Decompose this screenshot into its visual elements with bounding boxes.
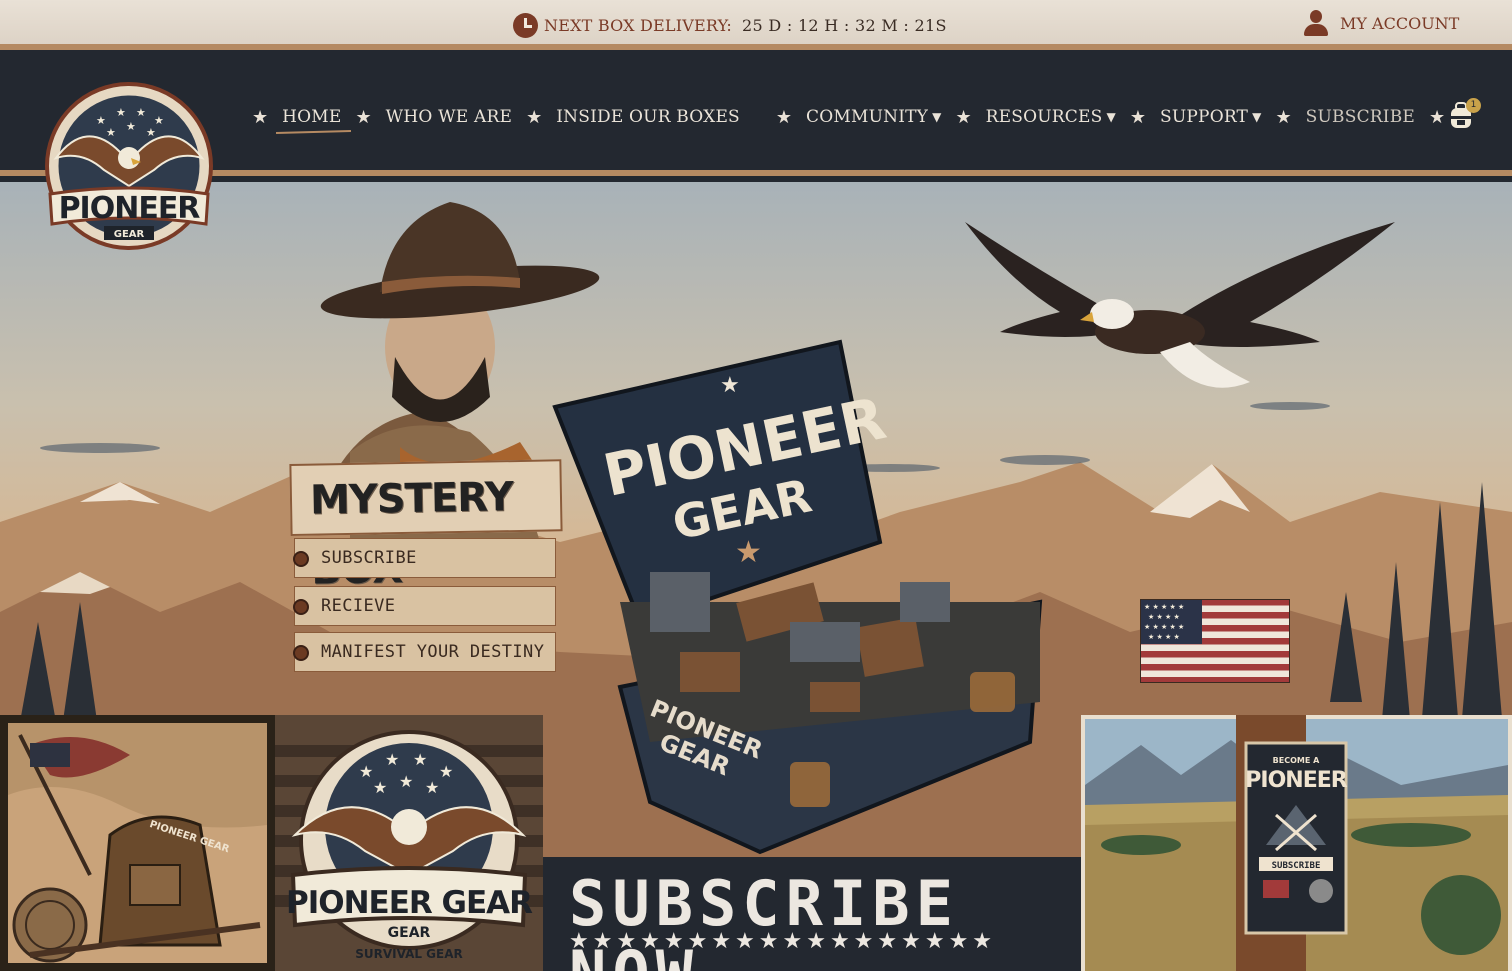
hero-banner: ★ ★ PIONEER GEAR PIONEER GEAR MYSTERY BO… — [0, 182, 1512, 971]
svg-text:★: ★ — [373, 778, 387, 797]
step-subscribe: SUBSCRIBE — [293, 538, 556, 578]
star-divider-icon: ★ — [355, 106, 372, 128]
account-label: MY ACCOUNT — [1340, 13, 1460, 33]
step-label: SUBSCRIBE — [321, 548, 417, 568]
svg-text:★: ★ — [359, 762, 373, 781]
svg-text:★: ★ — [425, 778, 439, 797]
pioneer-gear-badge-tile[interactable]: ★★ ★★★ ★ ★ PIONEER GEAR GEAR SURVIVAL GEAR — [275, 715, 543, 971]
clock-icon — [513, 12, 538, 38]
become-a-pioneer-tile[interactable]: BECOME A PIONEER SUBSCRIBE — [1081, 715, 1512, 971]
pioneer-gear-logo[interactable]: ★★ ★★ ★ ★ ★ PIONEER GEAR — [36, 78, 222, 264]
nav-subscribe[interactable]: SUBSCRIBE — [1306, 107, 1415, 127]
nail-icon — [293, 551, 309, 567]
my-account-link[interactable]: MY ACCOUNT — [1302, 9, 1459, 37]
american-flag-image: ★ ★ ★ ★ ★ ★ ★ ★ ★ ★ ★ ★ ★ ★ ★ ★ ★ ★ — [1140, 599, 1290, 683]
badge-sub: GEAR — [388, 925, 431, 941]
svg-text:★: ★ — [720, 373, 740, 398]
step-label: MANIFEST YOUR DESTINY — [321, 642, 545, 662]
svg-text:★: ★ — [106, 126, 116, 139]
next-delivery: NEXT BOX DELIVERY: 25 D : 12 H : 32 M : … — [513, 12, 947, 38]
star-divider-icon: ★ — [526, 106, 543, 128]
primary-nav: ★ HOME ★ WHO WE ARE ★ INSIDE OUR BOXES ★… — [252, 102, 1445, 132]
step-manifest-destiny: MANIFEST YOUR DESTINY — [293, 632, 556, 672]
caret-down-icon: ▼ — [1106, 110, 1116, 124]
star-divider-icon: ★ — [1129, 106, 1147, 128]
delivery-label: NEXT BOX DELIVERY: — [544, 15, 733, 35]
badge-ribbon: SURVIVAL GEAR — [355, 947, 463, 961]
bald-eagle-illustration — [965, 222, 1395, 388]
step-recieve: RECIEVE — [293, 586, 556, 626]
mystery-box-title: MYSTERY BOX — [289, 459, 563, 594]
nail-icon — [293, 599, 309, 615]
nav-inside-our-boxes[interactable]: INSIDE OUR BOXES — [556, 107, 740, 127]
svg-text:★: ★ — [439, 762, 453, 781]
caret-down-icon: ▼ — [1252, 110, 1262, 124]
nav-resources[interactable]: RESOURCES ▼ — [986, 107, 1116, 127]
nav-support-label: SUPPORT — [1160, 107, 1249, 127]
main-nav-bar: ★ ★ ★ ★ ★ ★ ★ PIONEER GEAR ★ HOME ★ WHO WE AR… — [0, 56, 1512, 250]
svg-text:★ ★ ★ ★ ★: ★ ★ ★ ★ ★ — [1144, 623, 1184, 631]
subscribe-now-label: SUBSCRIBE NOW — [569, 867, 959, 971]
svg-text:★: ★ — [136, 106, 146, 119]
logo-subtext: GEAR — [114, 229, 145, 240]
star-divider-icon: ★ — [955, 106, 972, 128]
delivery-countdown: 25 D : 12 H : 32 M : 21S — [742, 15, 947, 35]
svg-text:★: ★ — [399, 772, 413, 791]
poster-top-text: BECOME A — [1273, 756, 1320, 765]
nav-home[interactable]: HOME — [282, 107, 341, 127]
user-icon — [1302, 9, 1330, 37]
nav-community[interactable]: COMMUNITY ▼ — [806, 107, 941, 127]
star-divider-icon: ★ — [252, 106, 269, 128]
star-divider-icon: ★ — [775, 106, 793, 128]
svg-text:★ ★ ★ ★: ★ ★ ★ ★ — [1148, 613, 1180, 621]
svg-text:★: ★ — [385, 750, 399, 769]
svg-text:★: ★ — [146, 126, 156, 139]
nav-community-label: COMMUNITY — [806, 107, 929, 127]
star-divider-icon: ★ — [1275, 106, 1292, 128]
step-label: RECIEVE — [321, 596, 396, 616]
poster-ribbon: SUBSCRIBE — [1272, 861, 1321, 871]
svg-text:★: ★ — [735, 535, 762, 570]
svg-text:★ ★ ★ ★: ★ ★ ★ ★ — [1148, 633, 1180, 641]
logo-text: PIONEER — [59, 191, 201, 226]
svg-text:★: ★ — [116, 106, 126, 119]
nav-support[interactable]: SUPPORT ▼ — [1160, 107, 1261, 127]
poster-title: PIONEER — [1245, 768, 1347, 793]
svg-text:★: ★ — [126, 120, 136, 133]
svg-text:★: ★ — [96, 114, 106, 127]
svg-text:★ ★ ★ ★ ★: ★ ★ ★ ★ ★ — [1144, 603, 1184, 611]
top-utility-bar: NEXT BOX DELIVERY: 25 D : 12 H : 32 M : … — [0, 0, 1512, 50]
cart-count-badge: 1 — [1466, 98, 1481, 113]
backpack-tile-image[interactable]: PIONEER GEAR — [0, 715, 275, 971]
stars-row: ★★★★★★★★★★★★★★★★★★ — [569, 929, 997, 954]
badge-title: PIONEER GEAR — [286, 885, 533, 921]
caret-down-icon: ▼ — [932, 110, 942, 124]
nav-resources-label: RESOURCES — [985, 107, 1103, 127]
subscribe-now-button[interactable]: SUBSCRIBE NOW ★★★★★★★★★★★★★★★★★★ — [543, 857, 1081, 971]
nail-icon — [293, 645, 309, 661]
nav-who-we-are[interactable]: WHO WE ARE — [386, 107, 512, 127]
svg-text:★: ★ — [413, 750, 427, 769]
star-divider-icon: ★ — [1429, 106, 1446, 128]
